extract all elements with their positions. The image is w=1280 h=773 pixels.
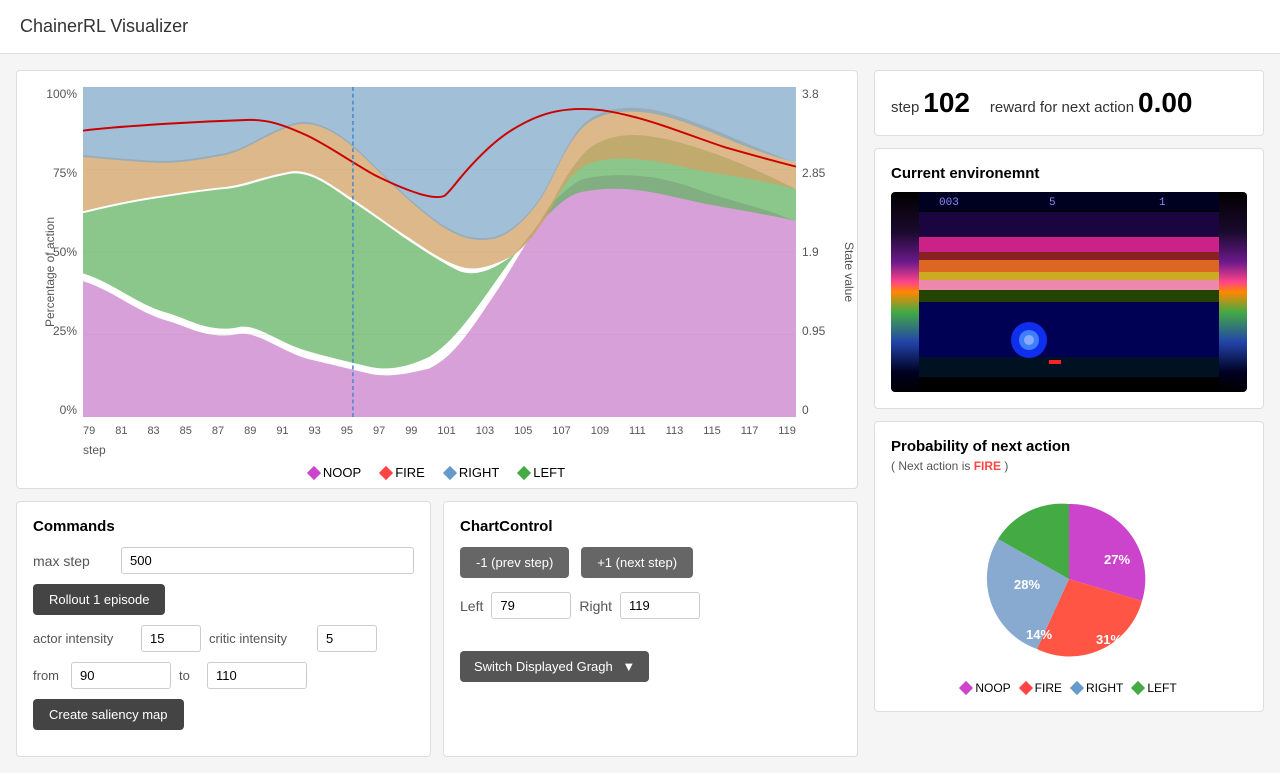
step-label: step	[891, 99, 919, 116]
critic-intensity-input[interactable]	[317, 625, 377, 652]
environment-title: Current environemnt	[891, 165, 1247, 182]
chart-container: 100% 75% 50% 25% 0%	[16, 70, 858, 489]
legend-left: LEFT	[519, 465, 565, 480]
y-axis-left: 100% 75% 50% 25% 0%	[33, 87, 83, 417]
header: ChainerRL Visualizer	[0, 0, 1280, 54]
fire-dot-icon	[1019, 681, 1033, 695]
from-input[interactable]	[71, 662, 171, 689]
to-label: to	[179, 668, 199, 683]
chart-control-panel: ChartControl -1 (prev step) +1 (next ste…	[443, 501, 858, 757]
legend-noop-pie: NOOP	[961, 681, 1010, 695]
pie-legend: NOOP FIRE RIGHT LEFT	[961, 681, 1176, 695]
prob-subtitle: ( Next action is FIRE )	[891, 459, 1247, 473]
svg-text:14%: 14%	[1026, 627, 1052, 642]
next-action-label: FIRE	[974, 459, 1001, 473]
actor-intensity-label: actor intensity	[33, 631, 133, 646]
app-title: ChainerRL Visualizer	[20, 16, 1260, 37]
reward-label: reward for next action	[990, 99, 1134, 116]
y-axis-right-title: State value	[842, 242, 856, 302]
dropdown-arrow-icon: ▼	[622, 659, 635, 674]
actor-intensity-input[interactable]	[141, 625, 201, 652]
legend-fire-pie: FIRE	[1021, 681, 1062, 695]
left-step-input[interactable]	[491, 592, 571, 619]
critic-intensity-label: critic intensity	[209, 631, 309, 646]
noop-dot-icon	[959, 681, 973, 695]
chart-control-title: ChartControl	[460, 518, 841, 535]
prob-title: Probability of next action	[891, 438, 1247, 455]
legend-fire: FIRE	[381, 465, 425, 480]
right-dot-icon	[1070, 681, 1084, 695]
legend-right-pie: RIGHT	[1072, 681, 1123, 695]
switch-displayed-graph-button[interactable]: Switch Displayed Gragh ▼	[460, 651, 649, 682]
x-axis: 79 81 83 85 87 89 91 93 95 97 99 101 103…	[83, 425, 796, 437]
legend-noop: NOOP	[309, 465, 361, 480]
left-dot-icon	[1131, 681, 1145, 695]
max-step-input[interactable]	[121, 547, 414, 574]
to-input[interactable]	[207, 662, 307, 689]
svg-text:27%: 27%	[1104, 552, 1130, 567]
legend-right: RIGHT	[445, 465, 499, 480]
saliency-map-button[interactable]: Create saliency map	[33, 699, 184, 730]
max-step-label: max step	[33, 553, 113, 569]
from-label: from	[33, 668, 63, 683]
svg-text:1: 1	[1159, 197, 1166, 209]
legend-left-pie: LEFT	[1133, 681, 1176, 695]
chart-legend: NOOP FIRE RIGHT LEFT	[33, 465, 841, 480]
commands-title: Commands	[33, 518, 414, 535]
step-value: 102	[923, 87, 970, 118]
noop-icon	[307, 465, 321, 479]
y-axis-left-title: Percentage of action	[43, 217, 57, 327]
left-label: Left	[460, 598, 483, 614]
svg-text:5: 5	[1049, 197, 1056, 209]
probability-card: Probability of next action ( Next action…	[874, 421, 1264, 712]
commands-panel: Commands max step Rollout 1 episode acto…	[16, 501, 431, 757]
svg-text:003: 003	[939, 197, 959, 209]
left-icon	[517, 465, 531, 479]
next-step-button[interactable]: +1 (next step)	[581, 547, 693, 578]
step-info-card: step 102 reward for next action 0.00	[874, 70, 1264, 136]
right-step-input[interactable]	[620, 592, 700, 619]
environment-image: 003 5 1	[891, 192, 1247, 392]
rollout-button[interactable]: Rollout 1 episode	[33, 584, 165, 615]
pie-chart: 27% 28% 14% 31% NOOP FIRE	[891, 489, 1247, 695]
y-axis-right: 3.8 2.85 1.9 0.95 0	[796, 87, 841, 417]
svg-text:28%: 28%	[1014, 577, 1040, 592]
prev-step-button[interactable]: -1 (prev step)	[460, 547, 569, 578]
x-axis-label: step	[83, 443, 106, 457]
right-label: Right	[579, 598, 612, 614]
environment-card: Current environemnt 003 5 1	[874, 148, 1264, 409]
reward-value: 0.00	[1138, 87, 1193, 118]
svg-text:31%: 31%	[1096, 632, 1122, 647]
right-icon	[443, 465, 457, 479]
fire-icon	[379, 465, 393, 479]
chart-svg	[83, 87, 796, 417]
